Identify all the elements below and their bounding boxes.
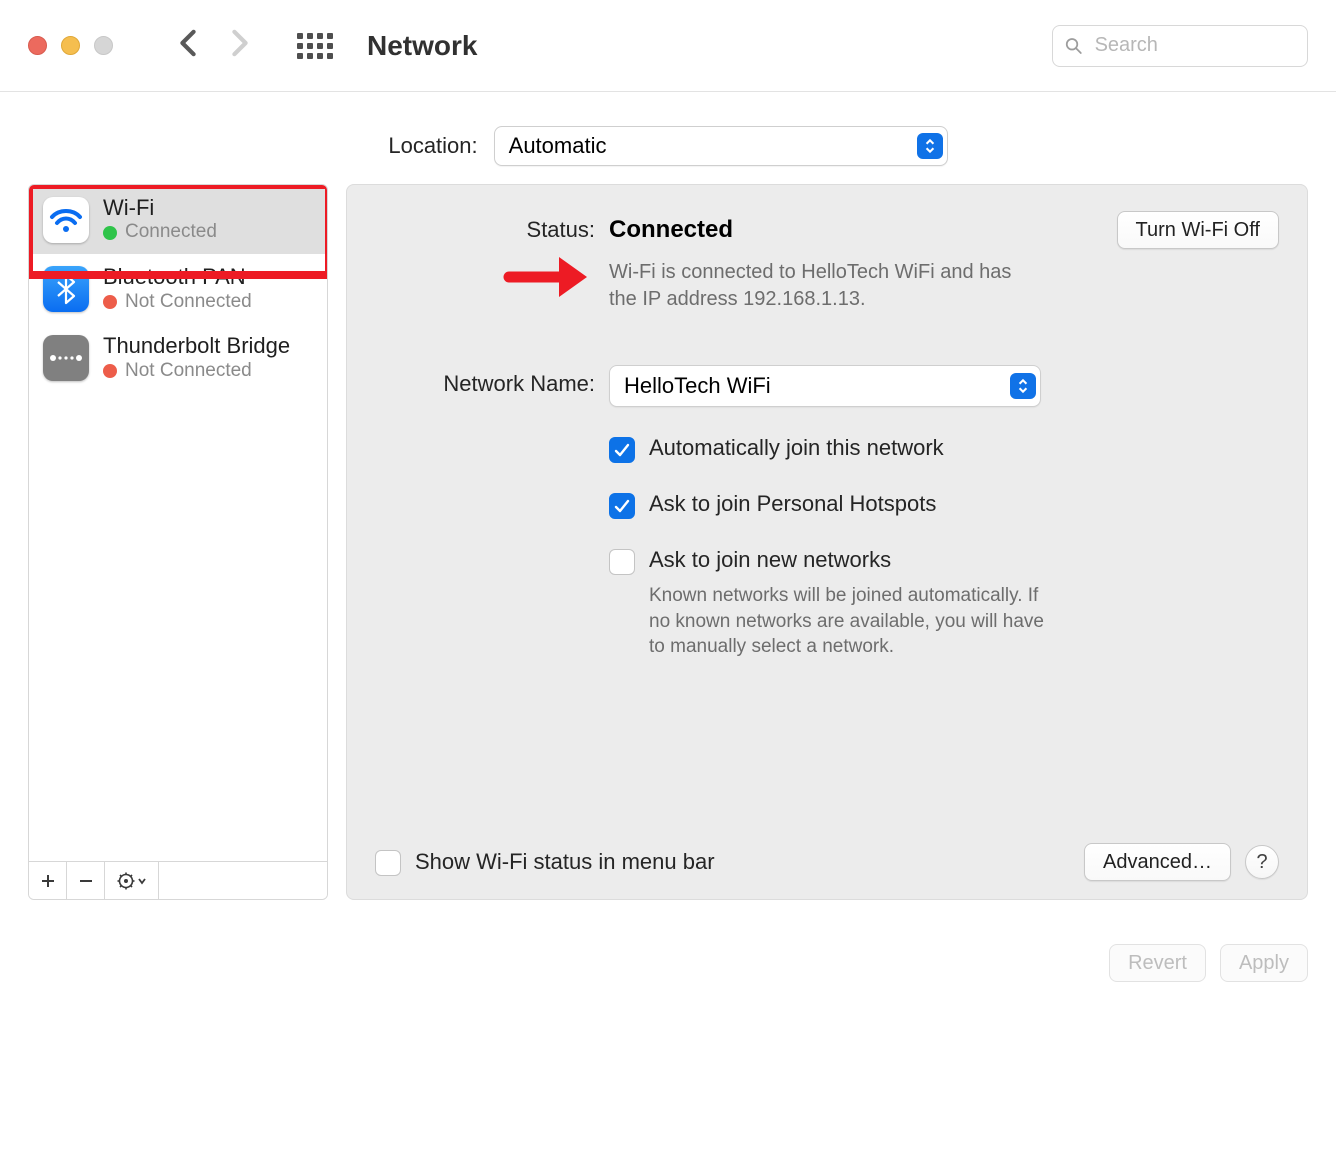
service-name: Thunderbolt Bridge: [103, 333, 290, 359]
ask-new-checkbox[interactable]: [609, 549, 635, 575]
chevrons-icon: [1010, 373, 1036, 399]
location-row: Location: Automatic: [0, 92, 1336, 184]
location-label: Location:: [388, 133, 477, 159]
network-name-popup[interactable]: HelloTech WiFi: [609, 365, 1041, 407]
network-name-row: Network Name: HelloTech WiFi Automatical…: [347, 365, 1279, 660]
check-icon: [614, 443, 630, 457]
location-value: Automatic: [509, 133, 607, 159]
help-button[interactable]: ?: [1245, 845, 1279, 879]
services-list: Wi-Fi Connected Bluetooth PAN: [29, 185, 327, 861]
ask-hotspots-label: Ask to join Personal Hotspots: [649, 491, 936, 517]
apply-button[interactable]: Apply: [1220, 944, 1308, 982]
network-name-value: HelloTech WiFi: [624, 373, 771, 399]
service-name: Wi-Fi: [103, 195, 217, 221]
turn-wifi-off-button[interactable]: Turn Wi-Fi Off: [1117, 211, 1279, 249]
service-actions-button[interactable]: [105, 862, 159, 899]
window-footer: Revert Apply: [0, 900, 1336, 982]
service-status: Connected: [125, 221, 217, 244]
main-split: Wi-Fi Connected Bluetooth PAN: [0, 184, 1336, 900]
services-sidebar: Wi-Fi Connected Bluetooth PAN: [28, 184, 328, 900]
status-dot-icon: [103, 226, 117, 240]
search-input[interactable]: [1093, 33, 1295, 58]
status-description: Wi-Fi is connected to HelloTech WiFi and…: [609, 259, 1029, 313]
thunderbolt-bridge-icon: [43, 335, 89, 381]
service-item-bluetooth-pan[interactable]: Bluetooth PAN Not Connected: [29, 254, 327, 323]
search-icon: [1065, 36, 1083, 56]
wifi-icon: [43, 197, 89, 243]
chevron-right-icon: [229, 29, 251, 57]
remove-service-button[interactable]: [67, 862, 105, 899]
detail-footer: Show Wi-Fi status in menu bar Advanced… …: [347, 843, 1279, 881]
plus-icon: [40, 873, 56, 889]
zoom-window-button[interactable]: [94, 36, 113, 55]
check-icon: [614, 499, 630, 513]
service-item-wifi[interactable]: Wi-Fi Connected: [29, 185, 327, 254]
search-field-wrap[interactable]: [1052, 25, 1308, 67]
service-status: Not Connected: [125, 360, 252, 383]
show-all-prefs-button[interactable]: [297, 33, 333, 59]
forward-button[interactable]: [229, 29, 251, 63]
add-service-button[interactable]: [29, 862, 67, 899]
detail-panel: Status: Connected Turn Wi-Fi Off Wi-Fi i…: [346, 184, 1308, 900]
sidebar-toolbar: [29, 861, 327, 899]
status-dot-icon: [103, 364, 117, 378]
chevron-left-icon: [177, 29, 199, 57]
minus-icon: [78, 873, 94, 889]
advanced-button[interactable]: Advanced…: [1084, 843, 1231, 881]
ask-new-description: Known networks will be joined automatica…: [649, 583, 1049, 660]
status-row: Status: Connected Turn Wi-Fi Off Wi-Fi i…: [347, 211, 1279, 313]
auto-join-checkbox[interactable]: [609, 437, 635, 463]
ask-hotspots-checkbox[interactable]: [609, 493, 635, 519]
status-value: Connected: [609, 216, 733, 244]
auto-join-label: Automatically join this network: [649, 435, 944, 461]
show-menubar-row: Show Wi-Fi status in menu bar: [375, 848, 715, 876]
auto-join-row: Automatically join this network: [609, 435, 1279, 463]
window-toolbar: Network: [0, 0, 1336, 92]
gear-dropdown-icon: [117, 872, 147, 890]
show-menubar-label: Show Wi-Fi status in menu bar: [415, 849, 715, 875]
status-label: Status:: [347, 211, 595, 313]
network-name-label: Network Name:: [347, 365, 595, 660]
ask-new-row: Ask to join new networks Known networks …: [609, 547, 1279, 660]
traffic-lights: [28, 36, 113, 55]
location-popup[interactable]: Automatic: [494, 126, 948, 166]
status-dot-icon: [103, 295, 117, 309]
service-status: Not Connected: [125, 291, 252, 314]
service-name: Bluetooth PAN: [103, 264, 252, 290]
ask-hotspots-row: Ask to join Personal Hotspots: [609, 491, 1279, 519]
chevrons-icon: [917, 133, 943, 159]
revert-button[interactable]: Revert: [1109, 944, 1206, 982]
nav-arrows: [177, 29, 251, 63]
ask-new-label: Ask to join new networks: [649, 547, 891, 572]
close-window-button[interactable]: [28, 36, 47, 55]
bluetooth-icon: [43, 266, 89, 312]
back-button[interactable]: [177, 29, 199, 63]
grid-icon: [297, 33, 333, 59]
show-menubar-checkbox[interactable]: [375, 850, 401, 876]
service-item-thunderbolt-bridge[interactable]: Thunderbolt Bridge Not Connected: [29, 323, 327, 392]
minimize-window-button[interactable]: [61, 36, 80, 55]
window-title: Network: [367, 30, 477, 62]
